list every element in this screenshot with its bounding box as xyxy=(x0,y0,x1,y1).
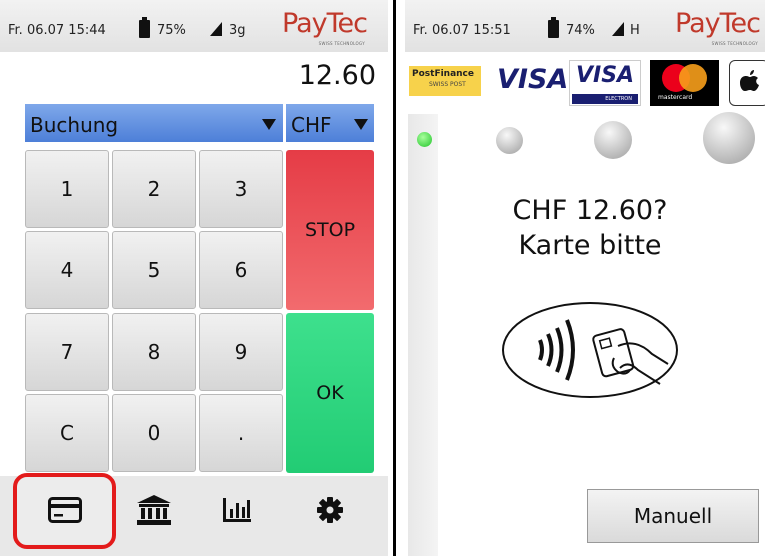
apple-icon xyxy=(740,70,759,91)
terminal-screen-keypad: Fr. 06.07 15:44 75% 3g PayTec SWISS TECH… xyxy=(0,0,388,556)
screen-divider xyxy=(393,0,396,556)
key-decimal[interactable]: . xyxy=(199,394,283,472)
stop-button[interactable]: STOP xyxy=(286,150,374,310)
battery-level: 75% xyxy=(157,23,186,38)
nav-statistics[interactable] xyxy=(189,476,285,544)
key-3[interactable]: 3 xyxy=(199,150,283,228)
amount-display: 12.60 xyxy=(298,60,376,91)
signal-icon xyxy=(210,22,222,36)
key-9[interactable]: 9 xyxy=(199,313,283,391)
status-bar: Fr. 06.07 15:44 75% 3g PayTec SWISS TECH… xyxy=(0,0,388,52)
key-8[interactable]: 8 xyxy=(112,313,196,391)
contactless-card-icon xyxy=(502,302,678,398)
key-2[interactable]: 2 xyxy=(112,150,196,228)
transaction-type-dropdown[interactable]: Buchung xyxy=(25,104,283,142)
status-led-active xyxy=(417,132,432,147)
key-5[interactable]: 5 xyxy=(112,231,196,309)
manual-entry-button[interactable]: Manuell xyxy=(587,489,759,543)
currency-value: CHF xyxy=(291,113,332,137)
transaction-type-value: Buchung xyxy=(30,113,119,137)
currency-dropdown[interactable]: CHF xyxy=(286,104,374,142)
nav-bank[interactable] xyxy=(106,476,202,544)
chevron-down-icon xyxy=(262,119,276,130)
present-card-prompt: Karte bitte xyxy=(518,230,662,261)
terminal-screen-card-prompt: Fr. 06.07 15:51 74% H PayTec SWISS TECHN… xyxy=(405,0,765,556)
network-type: H xyxy=(630,23,640,38)
key-1[interactable]: 1 xyxy=(25,150,109,228)
status-led-4 xyxy=(703,112,755,164)
gear-icon xyxy=(317,497,343,523)
status-led-2 xyxy=(496,127,523,154)
payment-amount-prompt: CHF 12.60? xyxy=(512,195,668,226)
ok-button[interactable]: OK xyxy=(286,313,374,473)
key-6[interactable]: 6 xyxy=(199,231,283,309)
bar-chart-icon xyxy=(223,498,251,522)
bank-icon xyxy=(137,495,171,525)
visa-logo: VISA xyxy=(497,64,569,95)
key-7[interactable]: 7 xyxy=(25,313,109,391)
paytec-logo: PayTec SWISS TECHNOLOGY xyxy=(675,8,761,46)
apple-pay-logo xyxy=(729,60,765,106)
highlight-box xyxy=(13,473,116,549)
nav-settings[interactable] xyxy=(282,476,378,544)
key-0[interactable]: 0 xyxy=(112,394,196,472)
key-4[interactable]: 4 xyxy=(25,231,109,309)
paytec-logo: PayTec SWISS TECHNOLOGY xyxy=(282,8,368,46)
signal-icon xyxy=(612,22,624,36)
mastercard-logo: mastercard xyxy=(650,60,719,106)
status-led-3 xyxy=(594,121,632,159)
postfinance-logo: PostFinance SWISS POST xyxy=(409,66,481,96)
visa-electron-logo: VISA ELECTRON xyxy=(569,60,641,106)
led-strip xyxy=(408,114,438,556)
status-bar: Fr. 06.07 15:51 74% H PayTec SWISS TECHN… xyxy=(405,0,765,52)
battery-icon xyxy=(139,17,150,38)
battery-icon xyxy=(548,17,559,38)
status-datetime: Fr. 06.07 15:51 xyxy=(413,23,511,38)
network-type: 3g xyxy=(229,23,246,38)
chevron-down-icon xyxy=(354,119,368,130)
key-clear[interactable]: C xyxy=(25,394,109,472)
status-datetime: Fr. 06.07 15:44 xyxy=(8,23,106,38)
battery-level: 74% xyxy=(566,23,595,38)
